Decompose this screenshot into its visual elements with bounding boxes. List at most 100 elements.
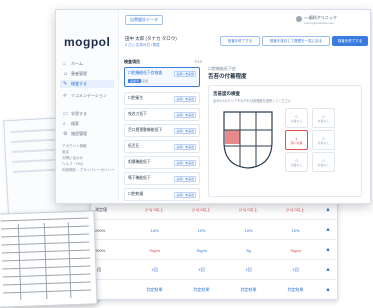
sidebar-item-home[interactable]: ⌂ ホーム (60, 60, 114, 68)
sheet-cell: 判定結果 (193, 287, 210, 292)
user-info[interactable]: ○○歯科クリニック xxxxxx@example.com (304, 15, 337, 25)
sidebar-item-label: 検索 (71, 121, 79, 126)
exam-item-label: 舌口唇運動機能低下 (128, 128, 163, 132)
sheet-cell: [+1] 0以上 (286, 207, 305, 212)
result-spreadsheet: 測定値 [+1] 0以上 [+1] 0以上 [+1] 0以上 [+1] 0以上 … (90, 196, 338, 300)
sidebar-item-label: ホーム (71, 61, 83, 66)
exam-list-item[interactable]: 口腔機能低下症検査 実施 / 未実施 実施済 未実施 (124, 67, 200, 87)
coating-option-button[interactable]: 0 付着なし (285, 152, 308, 172)
patient-info: 5 さい 生年月日 / 男性 (125, 43, 160, 47)
footer-link[interactable]: アカウント情報 (62, 144, 87, 149)
sheet-cell: 10% (291, 227, 300, 233)
sheet-cell: 7kg/m (149, 247, 160, 253)
sidebar-item-label: 患者管理 (71, 71, 87, 76)
sheet-row: 判定結果 判定結果 判定結果 判定結果 ▲ (91, 281, 337, 299)
app-window: mogpol ⌂ ホーム ☺ 患者管理 ✎ 検査する ✐ リコメンデーション ▭ 学習する… (55, 9, 371, 204)
footer-link[interactable]: お問い合わせ (62, 156, 83, 161)
sheet-row-label: 200% (95, 247, 106, 253)
patient-name: 田中 太郎 (タナカ タロウ) (125, 36, 177, 41)
sidebar-item-inspect[interactable]: ✎ 検査する (60, 80, 114, 88)
exam-item-pill: 未実施 (139, 79, 149, 83)
exam-list-item[interactable]: 舌口唇運動機能低下 実施 / 未実施 (124, 124, 200, 137)
exam-item-label: 口腔衛生 (128, 96, 144, 100)
sidebar-item-label: 施設管理 (71, 131, 87, 136)
exam-list-item[interactable]: 嚥下機能低下 実施 / 未実施 (124, 172, 200, 185)
exam-item-status: 実施 / 未実施 (174, 143, 196, 150)
sheet-cell: 7kg/m (290, 247, 301, 253)
user-name: ○○歯科クリニック (304, 15, 337, 20)
sidebar-item-facility[interactable]: ⚙ 施設管理 (60, 130, 114, 138)
expand-icon[interactable]: ▲ (319, 247, 337, 253)
exam-list-item[interactable]: 咀嚼機能低下 実施 / 未実施 (124, 156, 200, 169)
exam-item-label: 低舌圧 (128, 144, 140, 148)
footer-link[interactable]: 利用規約・プライバシーポリシー (62, 168, 114, 173)
settings-icon: ⚙ (63, 130, 68, 137)
inspect-icon: ✎ (63, 80, 68, 87)
sheet-row-label: 1回 (95, 267, 102, 272)
expand-icon[interactable]: ▲ (319, 207, 337, 213)
user-email: xxxxxx@example.com (304, 21, 334, 25)
coating-option-button[interactable]: 0 付着なし (285, 108, 308, 128)
sidebar-item-patients[interactable]: ☺ 患者管理 (60, 70, 114, 78)
complete-exam-button[interactable]: 検査を終了する (332, 36, 368, 46)
option-caption: 付着なし (317, 140, 330, 145)
exam-list-item[interactable]: 咬合力低下 実施 / 未実施 (124, 108, 200, 121)
app-logo: mogpol (64, 35, 111, 49)
sheet-row-label: 測定値 (95, 207, 107, 212)
sheet-cell: 判定結果 (240, 287, 257, 292)
search-icon: ⌕ (63, 120, 66, 127)
sheet-row: 1回 1回 1回 1回 1回 ▲ (91, 261, 337, 280)
section-title: 舌苔の付着程度 (208, 74, 247, 80)
avatar[interactable] (296, 16, 302, 22)
home-icon: ⌂ (63, 60, 67, 67)
option-caption: 付着なし (290, 162, 303, 167)
sheet-row: 200% 7kg/m 7kg/m 9g 7kg/m ▲ (91, 241, 337, 260)
sheet-cell: [+1] 0以上 (239, 207, 258, 212)
coating-option-button[interactable]: 0 付着なし (312, 152, 335, 172)
footer-link[interactable]: 設定 (62, 150, 69, 155)
sheet-row: 200% 10% 10% 10% 10% ▲ (91, 221, 337, 240)
expand-icon[interactable]: ▲ (319, 267, 337, 273)
exam-item-label: 咀嚼機能低下 (128, 160, 151, 164)
sidebar-item-label: 学習する (71, 111, 87, 116)
exam-item-status: 実施 / 未実施 (174, 191, 196, 198)
users-icon: ☺ (63, 70, 69, 77)
coating-option-button[interactable]: 0 付着なし (312, 108, 335, 128)
book-icon: ▭ (63, 110, 68, 117)
sheet-cell: 10% (244, 227, 253, 233)
tongue-diagram[interactable] (220, 108, 276, 170)
exam-list-item[interactable]: 口腔衛生 実施 / 未実施 (124, 92, 200, 105)
option-caption: 付着なし (317, 118, 330, 123)
panel-instructions: 舌の9つのエリアそれぞれ付着程度を選択してください (213, 99, 292, 103)
sheet-cell: 1回 (245, 267, 252, 272)
coating-option-button[interactable]: 0 付着なし (312, 130, 335, 150)
exam-item-status: 実施 / 未実施 (174, 95, 196, 102)
sheet-cell: 1回 (151, 267, 158, 272)
sheet-cell: 10% (150, 227, 159, 233)
exam-list-title: 検査項目 (124, 59, 140, 64)
option-caption: 付着なし (290, 118, 303, 123)
sheet-row-label: 200% (95, 227, 106, 233)
coating-option-button[interactable]: 1 薄い付着 (285, 130, 308, 150)
sheet-cell: 1回 (292, 267, 299, 272)
exam-item-label: 口腔乾燥 (128, 192, 144, 196)
finish-exam-button[interactable]: 検査を終了する (220, 36, 260, 46)
exam-item-status: 実施 / 未実施 (174, 159, 196, 166)
exam-list-item[interactable]: 口腔乾燥 実施 / 未実施 (124, 188, 200, 201)
exam-list-item[interactable]: 低舌圧 実施 / 未実施 (124, 140, 200, 153)
save-return-button[interactable]: 検査を保存して履歴を一覧に戻る (262, 36, 330, 46)
exam-item-label: 嚥下機能低下 (128, 176, 151, 180)
sidebar-item-search[interactable]: ⌕ 検索 (60, 120, 114, 128)
sidebar-item-recommend[interactable]: ✐ リコメンデーション (60, 92, 114, 100)
mode-badge: 自費健診データ (125, 15, 163, 25)
footer-link[interactable]: ヘルプ・FAQ (62, 162, 83, 167)
expand-icon[interactable]: ▲ (319, 287, 337, 293)
expand-icon[interactable]: ▲ (319, 227, 337, 233)
sidebar-item-label: リコメンデーション (71, 93, 107, 98)
exam-item-label: 口腔機能低下症検査 (128, 71, 163, 75)
exam-item-label: 咬合力低下 (128, 112, 147, 116)
exam-item-status: 実施 / 未実施 (174, 111, 196, 118)
sidebar-item-learn[interactable]: ▭ 学習する (60, 110, 114, 118)
sheet-cell: [+1] 0以上 (192, 207, 211, 212)
option-caption: 薄い付着 (290, 140, 303, 145)
